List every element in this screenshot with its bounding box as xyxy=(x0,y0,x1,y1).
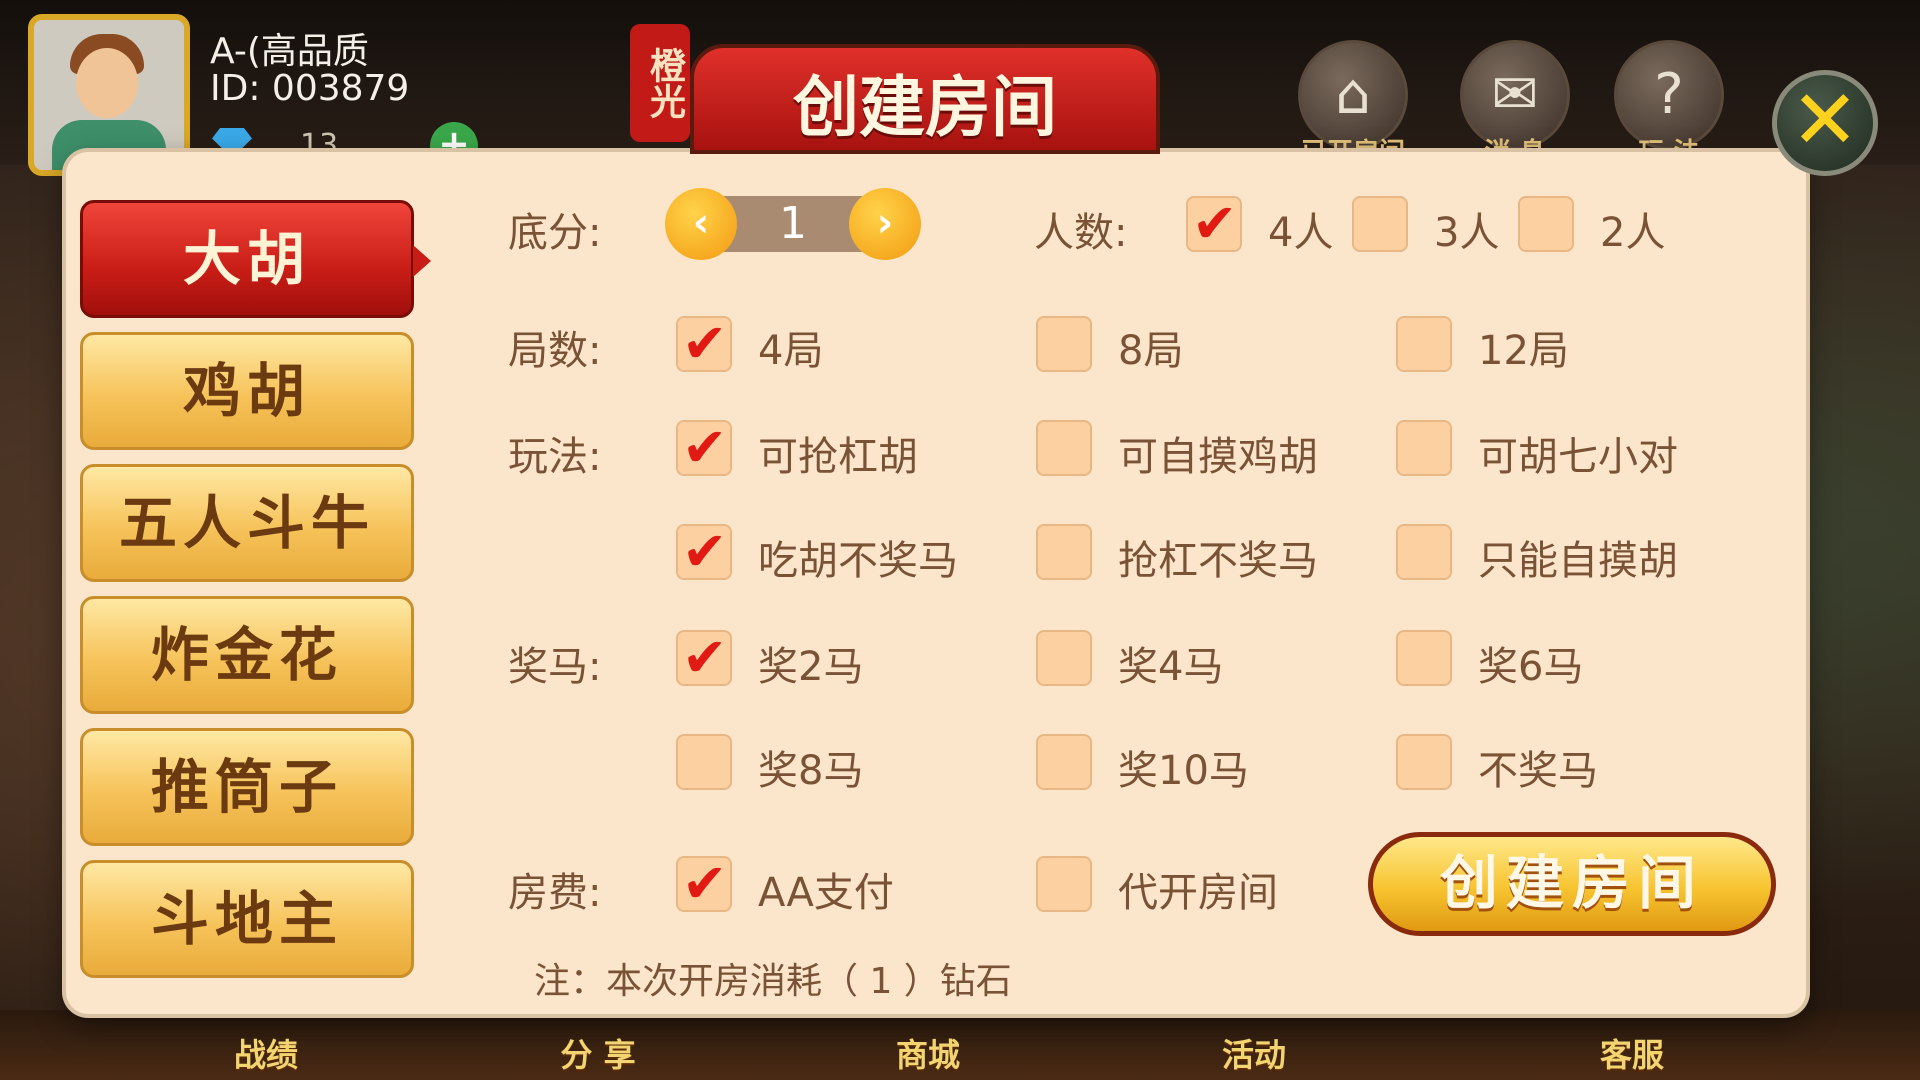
checkbox-rule-4[interactable]: ✔ xyxy=(676,520,732,583)
option-label: 12局 xyxy=(1478,328,1569,374)
checkbox-horse-8[interactable] xyxy=(676,734,732,790)
checkbox-players-2[interactable] xyxy=(1518,196,1574,252)
option-label: 奖10马 xyxy=(1118,748,1249,794)
horses-label: 奖马: xyxy=(508,644,602,690)
checkbox-players-3[interactable] xyxy=(1352,196,1408,252)
nav-activity[interactable]: 活动 xyxy=(1184,1030,1324,1076)
checkmark-icon: ✔ xyxy=(682,626,728,689)
checkbox-horse-6[interactable] xyxy=(1396,630,1452,686)
tab-zhajinhua[interactable]: 炸金花 xyxy=(80,596,414,714)
checkbox-horse-4[interactable] xyxy=(1036,630,1092,686)
checkmark-icon: ✔ xyxy=(682,852,728,915)
base-score-label: 底分: xyxy=(508,210,602,256)
chevron-right-icon[interactable]: › xyxy=(849,188,921,260)
checkbox-fee-aa[interactable]: ✔ xyxy=(676,852,732,915)
option-label: 8局 xyxy=(1118,328,1184,374)
option-label: 抢杠不奖马 xyxy=(1118,538,1318,584)
rounds-label: 局数: xyxy=(508,328,602,374)
option-label: 只能自摸胡 xyxy=(1478,538,1678,584)
close-button[interactable]: ✕ xyxy=(1772,70,1878,176)
checkbox-no-horse[interactable] xyxy=(1396,734,1452,790)
create-room-button[interactable]: 创建房间 xyxy=(1368,832,1776,936)
checkmark-icon: ✔ xyxy=(682,312,728,375)
checkbox-rule-2[interactable] xyxy=(1036,420,1092,476)
players-label: 人数: xyxy=(1034,210,1128,256)
checkbox-rule-1[interactable]: ✔ xyxy=(676,416,732,479)
checkbox-players-4[interactable]: ✔ xyxy=(1186,192,1242,255)
option-label: 可自摸鸡胡 xyxy=(1118,434,1318,480)
checkbox-rule-3[interactable] xyxy=(1396,420,1452,476)
checkbox-rounds-8[interactable] xyxy=(1036,316,1092,372)
avatar-face xyxy=(76,48,138,118)
rules-label: 玩法: xyxy=(508,434,602,480)
tab-doudizhu[interactable]: 斗地主 xyxy=(80,860,414,978)
checkbox-rounds-4[interactable]: ✔ xyxy=(676,312,732,375)
tab-tuitongzi[interactable]: 推筒子 xyxy=(80,728,414,846)
checkbox-rule-5[interactable] xyxy=(1036,524,1092,580)
user-name: A-(高品质 xyxy=(210,31,369,72)
option-label: 奖4马 xyxy=(1118,644,1224,690)
checkmark-icon: ✔ xyxy=(682,416,728,479)
checkbox-horse-2[interactable]: ✔ xyxy=(676,626,732,689)
option-label: 奖2马 xyxy=(758,644,864,690)
nav-record[interactable]: 战绩 xyxy=(196,1030,336,1076)
fee-label: 房费: xyxy=(508,870,602,916)
checkbox-rounds-12[interactable] xyxy=(1396,316,1452,372)
checkmark-icon: ✔ xyxy=(1192,192,1238,255)
option-label: AA支付 xyxy=(758,870,894,916)
checkbox-horse-10[interactable] xyxy=(1036,734,1092,790)
page-title: 创建房间 xyxy=(793,68,1057,146)
nav-share[interactable]: 分 享 xyxy=(528,1030,668,1076)
option-label: 代开房间 xyxy=(1118,870,1278,916)
nav-shop[interactable]: 商城 xyxy=(858,1030,998,1076)
nav-service[interactable]: 客服 xyxy=(1562,1030,1702,1076)
option-label: 3人 xyxy=(1434,210,1500,256)
tab-dahu[interactable]: 大胡 xyxy=(80,200,431,318)
option-label: 4局 xyxy=(758,328,824,374)
option-label: 吃胡不奖马 xyxy=(758,538,958,584)
cost-note: 注：本次开房消耗（ 1 ）钻石 xyxy=(534,961,1012,1002)
option-label: 奖6马 xyxy=(1478,644,1584,690)
chevron-left-icon[interactable]: ‹ xyxy=(665,188,737,260)
checkmark-icon: ✔ xyxy=(682,520,728,583)
tab-wurendouniu[interactable]: 五人斗牛 xyxy=(80,464,414,582)
option-label: 2人 xyxy=(1600,210,1666,256)
option-label: 不奖马 xyxy=(1478,748,1598,794)
user-id: ID: 003879 xyxy=(210,68,410,109)
checkbox-rule-6[interactable] xyxy=(1396,524,1452,580)
tab-jihu[interactable]: 鸡胡 xyxy=(80,332,414,450)
base-score-stepper: 1 ‹ › xyxy=(665,188,921,260)
option-label: 奖8马 xyxy=(758,748,864,794)
option-label: 可胡七小对 xyxy=(1478,434,1678,480)
option-label: 可抢杠胡 xyxy=(758,434,918,480)
logo-seal: 橙光 xyxy=(630,24,690,142)
option-label: 4人 xyxy=(1268,210,1334,256)
checkbox-fee-proxy[interactable] xyxy=(1036,856,1092,912)
